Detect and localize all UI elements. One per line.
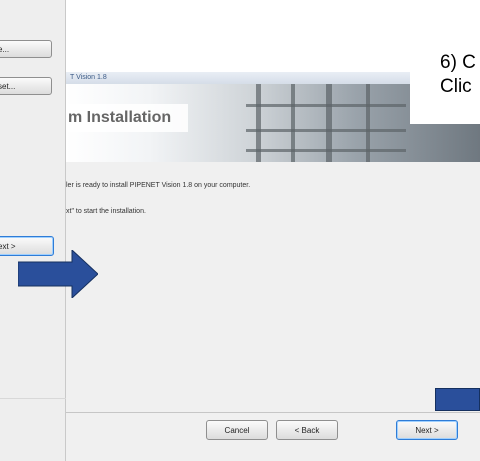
instruction-step: 6) C [440,52,476,73]
left-dialog-panel: e... set... ext > [0,0,66,461]
installer-dialog: T Vision 1.8 m Installation ler is ready… [66,72,480,461]
ready-message: ler is ready to install PIPENET Vision 1… [66,182,251,189]
footer-divider [66,412,480,413]
arrow-shaft-icon [435,388,480,411]
cancel-button[interactable]: Cancel [206,420,268,440]
next-button[interactable]: Next > [396,420,458,440]
right-arrow-icon [18,250,98,298]
instruction-subtitle: Clic [440,76,472,97]
browse-button[interactable]: e... [0,40,52,58]
reset-button[interactable]: set... [0,77,52,95]
back-button[interactable]: < Back [276,420,338,440]
left-divider [0,398,66,399]
start-instruction: xt" to start the installation. [66,208,146,215]
header-title: m Installation [66,104,188,132]
